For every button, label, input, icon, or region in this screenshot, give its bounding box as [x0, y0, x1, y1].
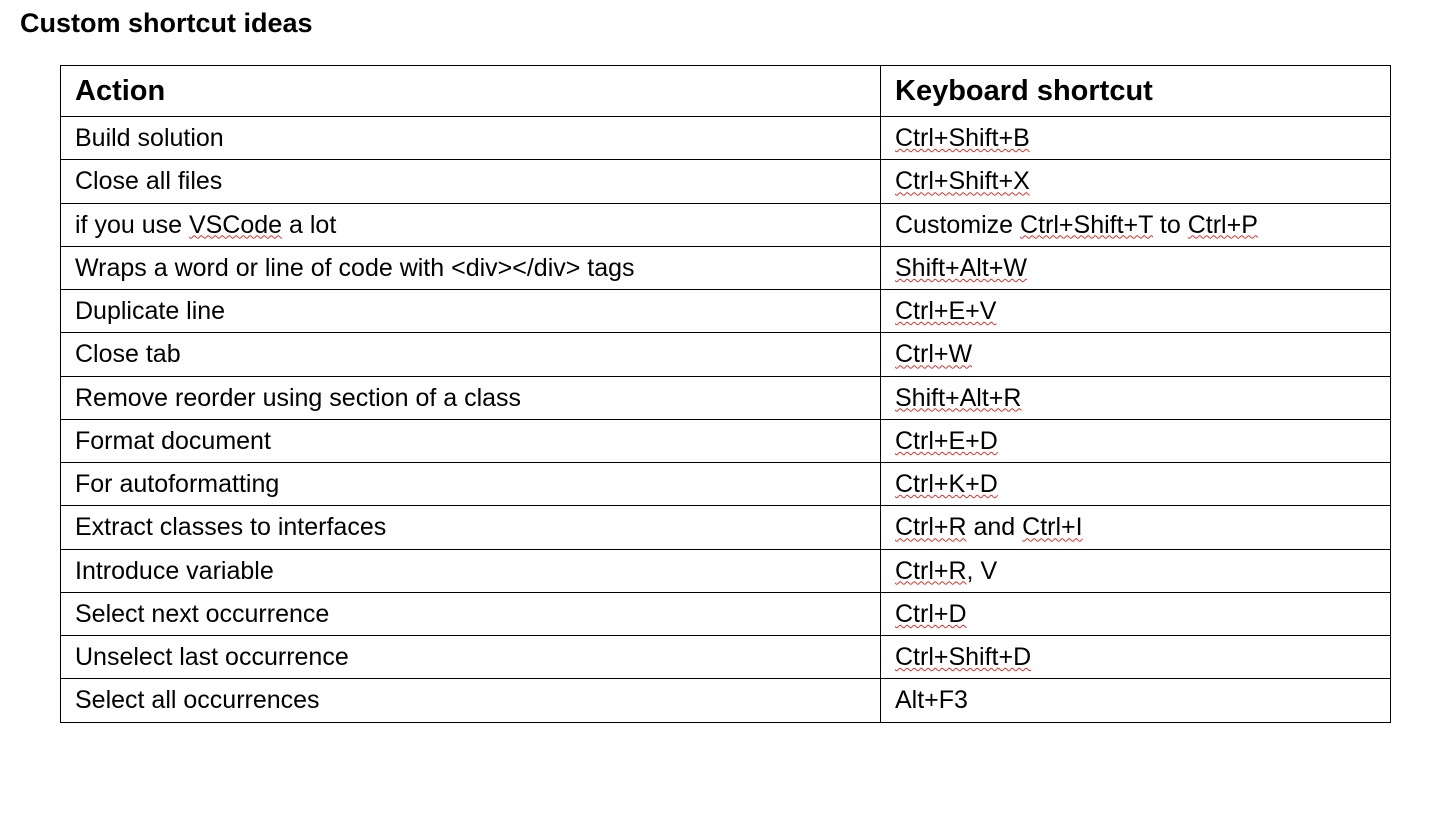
- text-segment: Remove reorder using section of a class: [75, 384, 521, 412]
- cell-shortcut: Ctrl+Shift+B: [881, 117, 1391, 160]
- text-segment-squiggle: Ctrl+W: [895, 340, 972, 368]
- text-segment: a lot: [282, 211, 336, 239]
- cell-shortcut: Ctrl+D: [881, 592, 1391, 635]
- text-segment-squiggle: Shift+Alt+R: [895, 384, 1021, 412]
- shortcut-table-wrap: Action Keyboard shortcut Build solution C…: [60, 65, 1422, 723]
- text-segment: Introduce variable: [75, 557, 274, 585]
- table-header-row: Action Keyboard shortcut: [61, 66, 1391, 117]
- cell-action: Remove reorder using section of a class: [61, 376, 881, 419]
- cell-action: Extract classes to interfaces: [61, 506, 881, 549]
- cell-action: Select all occurrences: [61, 679, 881, 722]
- cell-shortcut: Ctrl+E+V: [881, 290, 1391, 333]
- text-segment: to: [1153, 211, 1188, 239]
- table-row: Unselect last occurrence Ctrl+Shift+D: [61, 636, 1391, 679]
- text-segment-squiggle: Shift+Alt+W: [895, 254, 1027, 282]
- cell-action: Build solution: [61, 117, 881, 160]
- text-segment: Alt+F3: [895, 686, 968, 714]
- table-row: Close all files Ctrl+Shift+X: [61, 160, 1391, 203]
- text-segment-squiggle: Ctrl+E+D: [895, 427, 998, 455]
- text-segment: Unselect last occurrence: [75, 643, 349, 671]
- text-segment-squiggle: Ctrl+Shift+B: [895, 124, 1030, 152]
- text-segment: if you use: [75, 211, 189, 239]
- text-segment: Close tab: [75, 340, 181, 368]
- text-segment: Wraps a word or line of code with <div><…: [75, 254, 635, 282]
- cell-action: For autoformatting: [61, 463, 881, 506]
- text-segment-squiggle: Ctrl+K+D: [895, 470, 998, 498]
- table-row: Format document Ctrl+E+D: [61, 419, 1391, 462]
- table-row: Build solution Ctrl+Shift+B: [61, 117, 1391, 160]
- cell-action: Close all files: [61, 160, 881, 203]
- cell-shortcut: Alt+F3: [881, 679, 1391, 722]
- cell-action: Format document: [61, 419, 881, 462]
- cell-action: Unselect last occurrence: [61, 636, 881, 679]
- text-segment-squiggle: Ctrl+E+V: [895, 297, 996, 325]
- cell-action: Select next occurrence: [61, 592, 881, 635]
- text-segment: , V: [967, 557, 998, 585]
- cell-shortcut: Ctrl+Shift+D: [881, 636, 1391, 679]
- table-row: Introduce variable Ctrl+R, V: [61, 549, 1391, 592]
- cell-shortcut: Customize Ctrl+Shift+T to Ctrl+P: [881, 203, 1391, 246]
- text-segment: Build solution: [75, 124, 224, 152]
- text-segment: Close all files: [75, 167, 222, 195]
- text-segment: Format document: [75, 427, 271, 455]
- table-row: For autoformatting Ctrl+K+D: [61, 463, 1391, 506]
- cell-shortcut: Ctrl+R, V: [881, 549, 1391, 592]
- column-header-action: Action: [61, 66, 881, 117]
- text-segment: Customize: [895, 211, 1020, 239]
- cell-action: Wraps a word or line of code with <div><…: [61, 246, 881, 289]
- text-segment: Select all occurrences: [75, 686, 320, 714]
- cell-shortcut: Ctrl+Shift+X: [881, 160, 1391, 203]
- text-segment-squiggle: Ctrl+I: [1022, 513, 1082, 541]
- shortcut-table: Action Keyboard shortcut Build solution C…: [60, 65, 1391, 723]
- cell-shortcut: Shift+Alt+W: [881, 246, 1391, 289]
- column-header-shortcut: Keyboard shortcut: [881, 66, 1391, 117]
- text-segment-squiggle: Ctrl+P: [1188, 211, 1258, 239]
- table-row: Duplicate line Ctrl+E+V: [61, 290, 1391, 333]
- cell-shortcut: Shift+Alt+R: [881, 376, 1391, 419]
- cell-action: Introduce variable: [61, 549, 881, 592]
- cell-action: Close tab: [61, 333, 881, 376]
- cell-shortcut: Ctrl+K+D: [881, 463, 1391, 506]
- text-segment-squiggle: VSCode: [189, 211, 282, 239]
- table-row: Remove reorder using section of a class S…: [61, 376, 1391, 419]
- table-row: Close tab Ctrl+W: [61, 333, 1391, 376]
- text-segment-squiggle: Ctrl+D: [895, 600, 967, 628]
- text-segment-squiggle: Ctrl+Shift+T: [1020, 211, 1153, 239]
- table-row: Wraps a word or line of code with <div><…: [61, 246, 1391, 289]
- cell-action: Duplicate line: [61, 290, 881, 333]
- text-segment-squiggle: Ctrl+R: [895, 557, 967, 585]
- table-row: Select next occurrence Ctrl+D: [61, 592, 1391, 635]
- cell-shortcut: Ctrl+E+D: [881, 419, 1391, 462]
- cell-shortcut: Ctrl+R and Ctrl+I: [881, 506, 1391, 549]
- cell-action: if you use VSCode a lot: [61, 203, 881, 246]
- text-segment: For autoformatting: [75, 470, 279, 498]
- text-segment-squiggle: Ctrl+Shift+D: [895, 643, 1031, 671]
- page-title: Custom shortcut ideas: [20, 8, 1422, 39]
- text-segment: Duplicate line: [75, 297, 225, 325]
- text-segment: Select next occurrence: [75, 600, 329, 628]
- text-segment-squiggle: Ctrl+R: [895, 513, 967, 541]
- text-segment: and: [967, 513, 1023, 541]
- text-segment: Extract classes to interfaces: [75, 513, 386, 541]
- table-body: Build solution Ctrl+Shift+B Close all file…: [61, 117, 1391, 723]
- table-row: Extract classes to interfaces Ctrl+R and …: [61, 506, 1391, 549]
- table-row: if you use VSCode a lotCustomize Ctrl+Sh…: [61, 203, 1391, 246]
- text-segment-squiggle: Ctrl+Shift+X: [895, 167, 1030, 195]
- table-row: Select all occurrences Alt+F3: [61, 679, 1391, 722]
- cell-shortcut: Ctrl+W: [881, 333, 1391, 376]
